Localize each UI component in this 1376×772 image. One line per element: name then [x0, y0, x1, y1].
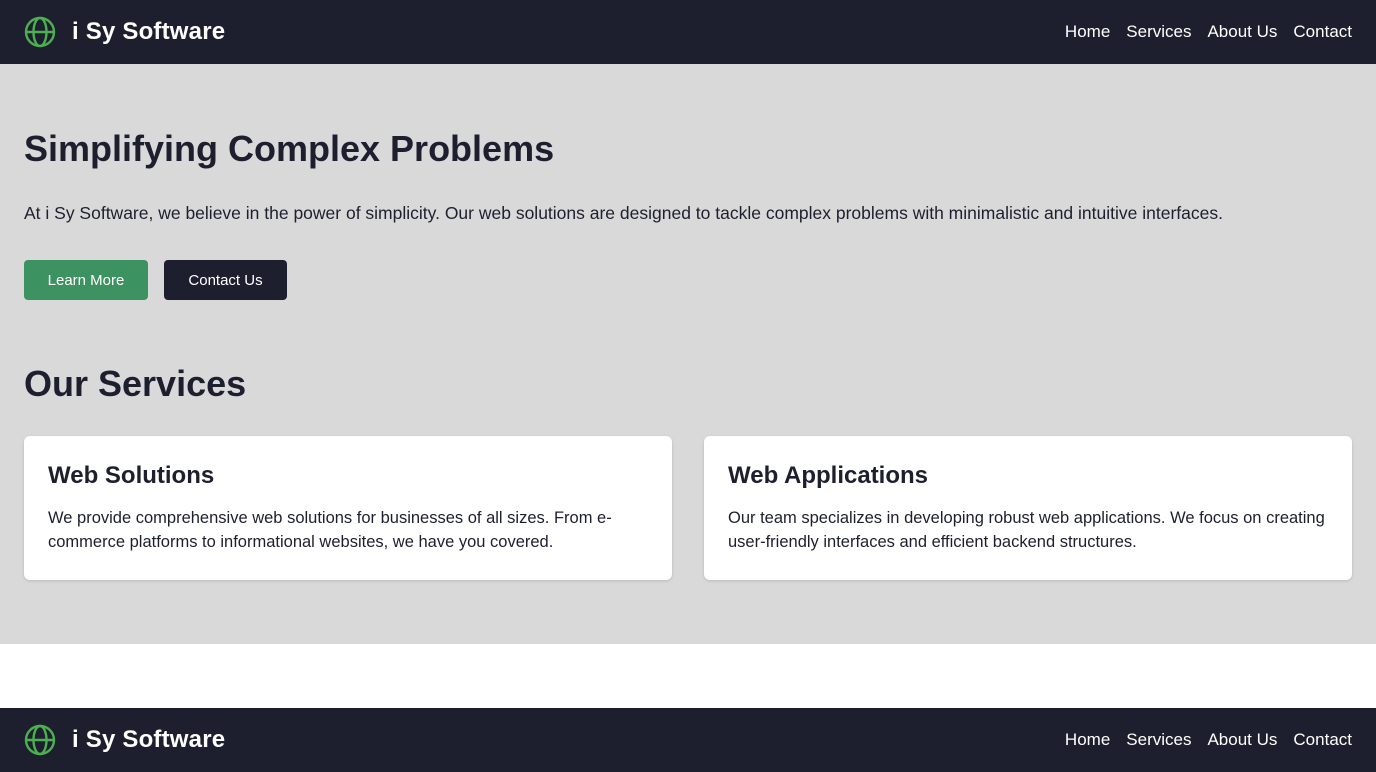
service-card-web-solutions: Web Solutions We provide comprehensive w… — [24, 436, 672, 580]
main-section: Simplifying Complex Problems At i Sy Sof… — [0, 64, 1376, 644]
service-card-text: We provide comprehensive web solutions f… — [48, 509, 612, 551]
service-card-web-applications: Web Applications Our team specializes in… — [704, 436, 1352, 580]
service-card-title: Web Applications — [728, 462, 929, 489]
main-nav: Home Services About Us Contact — [1065, 22, 1352, 42]
nav-about-us[interactable]: About Us — [1207, 22, 1277, 42]
site-header: i Sy Software Home Services About Us Con… — [0, 0, 1376, 64]
globe-icon — [24, 16, 56, 48]
service-card-text: Our team specializes in developing robus… — [728, 509, 1325, 551]
services-title: Our Services — [24, 363, 247, 404]
footer-nav-home[interactable]: Home — [1065, 730, 1110, 750]
brand[interactable]: i Sy Software — [24, 16, 225, 48]
hero-buttons: Learn More Contact Us — [24, 260, 287, 300]
service-card-title: Web Solutions — [48, 462, 215, 489]
learn-more-button[interactable]: Learn More — [24, 260, 148, 300]
footer-brand[interactable]: i Sy Software — [24, 724, 225, 756]
footer-brand-name: i Sy Software — [72, 726, 226, 753]
hero-text: At i Sy Software, we believe in the powe… — [24, 203, 1223, 223]
brand-name: i Sy Software — [72, 18, 226, 45]
nav-home[interactable]: Home — [1065, 22, 1110, 42]
footer-nav: Home Services About Us Contact — [1065, 730, 1352, 750]
nav-services[interactable]: Services — [1126, 22, 1191, 42]
service-cards: Web Solutions We provide comprehensive w… — [24, 436, 1352, 580]
site-footer: i Sy Software Home Services About Us Con… — [0, 708, 1376, 772]
globe-icon — [24, 724, 56, 756]
footer-nav-about-us[interactable]: About Us — [1207, 730, 1277, 750]
contact-us-button[interactable]: Contact Us — [164, 260, 287, 300]
nav-contact[interactable]: Contact — [1293, 22, 1352, 42]
hero-title: Simplifying Complex Problems — [24, 128, 555, 169]
footer-nav-contact[interactable]: Contact — [1293, 730, 1352, 750]
footer-nav-services[interactable]: Services — [1126, 730, 1191, 750]
